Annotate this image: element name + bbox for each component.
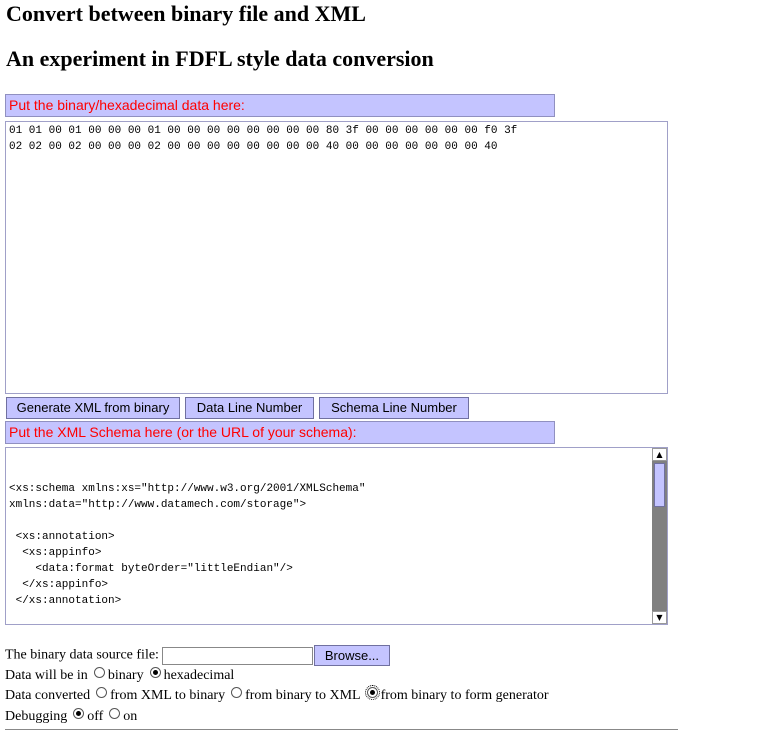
debug-row: Debugging off on xyxy=(5,708,137,726)
scroll-up-icon[interactable]: ▲ xyxy=(652,448,667,461)
scroll-down-icon[interactable]: ▼ xyxy=(652,611,667,624)
convert-row: Data converted from XML to binary from bin… xyxy=(5,685,549,705)
page-title: Convert between binary file and XML xyxy=(6,1,366,26)
convert-xml-to-binary-radio[interactable] xyxy=(96,687,108,698)
file-input[interactable] xyxy=(161,646,313,665)
convert-binary-to-xml-radio[interactable] xyxy=(231,687,243,698)
debug-label: Debugging xyxy=(5,709,68,724)
page-subtitle: An experiment in FDFL style data convers… xyxy=(6,46,434,71)
convert-binary-to-xml-label: from binary to XML xyxy=(245,688,361,703)
debug-on-label: on xyxy=(123,709,138,724)
convert-binary-to-form-label: from binary to form generator xyxy=(380,688,549,703)
debug-on-radio[interactable] xyxy=(109,708,121,719)
data-line-number-button[interactable]: Data Line Number xyxy=(185,397,314,419)
file-label: The binary data source file: xyxy=(5,647,159,663)
format-row: Data will be in binary hexadecimal xyxy=(5,667,234,685)
bottom-divider xyxy=(5,729,678,730)
scroll-thumb[interactable] xyxy=(654,463,665,507)
schema-line-number-button[interactable]: Schema Line Number xyxy=(319,397,469,419)
schema-content[interactable]: <xs:schema xmlns:xs="http://www.w3.org/2… xyxy=(9,481,649,624)
file-row: The binary data source file: Browse... xyxy=(5,645,390,666)
format-hexadecimal-radio[interactable] xyxy=(149,667,161,678)
hex-data-textarea[interactable]: 01 01 00 01 00 00 00 01 00 00 00 00 00 0… xyxy=(5,121,668,394)
format-binary-radio[interactable] xyxy=(93,667,105,678)
convert-xml-to-binary-label: from XML to binary xyxy=(110,688,226,703)
generate-xml-button[interactable]: Generate XML from binary xyxy=(6,397,180,419)
format-binary-label: binary xyxy=(107,668,144,683)
debug-off-label: off xyxy=(87,709,104,724)
format-hexadecimal-label: hexadecimal xyxy=(163,668,235,683)
schema-scrollbar[interactable]: ▲ ▼ xyxy=(652,448,667,624)
convert-label: Data converted xyxy=(5,688,91,703)
format-label: Data will be in xyxy=(5,668,88,683)
schema-textarea[interactable]: <xs:schema xmlns:xs="http://www.w3.org/2… xyxy=(5,447,668,625)
browse-button[interactable]: Browse... xyxy=(313,645,390,666)
schema-label: Put the XML Schema here (or the URL of y… xyxy=(5,421,555,444)
debug-off-radio[interactable] xyxy=(73,708,85,719)
convert-binary-to-form-radio[interactable] xyxy=(364,685,380,700)
hex-data-label: Put the binary/hexadecimal data here: xyxy=(5,94,555,117)
